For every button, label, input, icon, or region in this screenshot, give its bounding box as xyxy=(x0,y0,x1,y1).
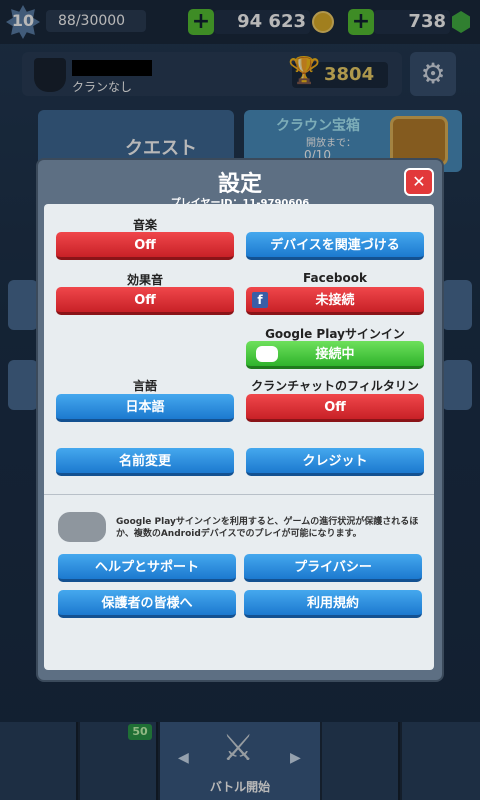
link-device-button[interactable]: デバイスを関連づける xyxy=(246,232,424,260)
divider xyxy=(44,494,434,495)
gplay-label: Google Playサインイン xyxy=(265,327,405,341)
gamepad-icon xyxy=(256,346,278,362)
close-button[interactable]: ✕ xyxy=(404,168,434,196)
gplay-status: 接続中 xyxy=(315,347,355,362)
music-label: 音楽 xyxy=(132,218,157,232)
language-button[interactable]: 日本語 xyxy=(56,394,234,422)
rename-button[interactable]: 名前変更 xyxy=(56,448,234,476)
sfx-label: 効果音 xyxy=(126,273,163,287)
facebook-status: 未接続 xyxy=(315,293,355,308)
gamepad-large-icon xyxy=(58,512,106,542)
gplay-button[interactable]: 接続中 xyxy=(246,341,424,369)
facebook-button[interactable]: f 未接続 xyxy=(246,287,424,315)
privacy-button[interactable]: プライバシー xyxy=(244,554,422,582)
gplay-note: Google Playサインインを利用すると、ゲームの進行状況が保護されるほか、… xyxy=(116,517,419,539)
credits-button[interactable]: クレジット xyxy=(246,448,424,476)
facebook-icon: f xyxy=(252,292,268,308)
help-support-button[interactable]: ヘルプとサポート xyxy=(58,554,236,582)
facebook-label: Facebook xyxy=(303,271,367,285)
sfx-toggle[interactable]: Off xyxy=(56,287,234,315)
music-toggle[interactable]: Off xyxy=(56,232,234,260)
clan-filter-toggle[interactable]: Off xyxy=(246,394,424,422)
language-label: 言語 xyxy=(132,379,157,393)
terms-button[interactable]: 利用規約 xyxy=(244,590,422,618)
parents-button[interactable]: 保護者の皆様へ xyxy=(58,590,236,618)
